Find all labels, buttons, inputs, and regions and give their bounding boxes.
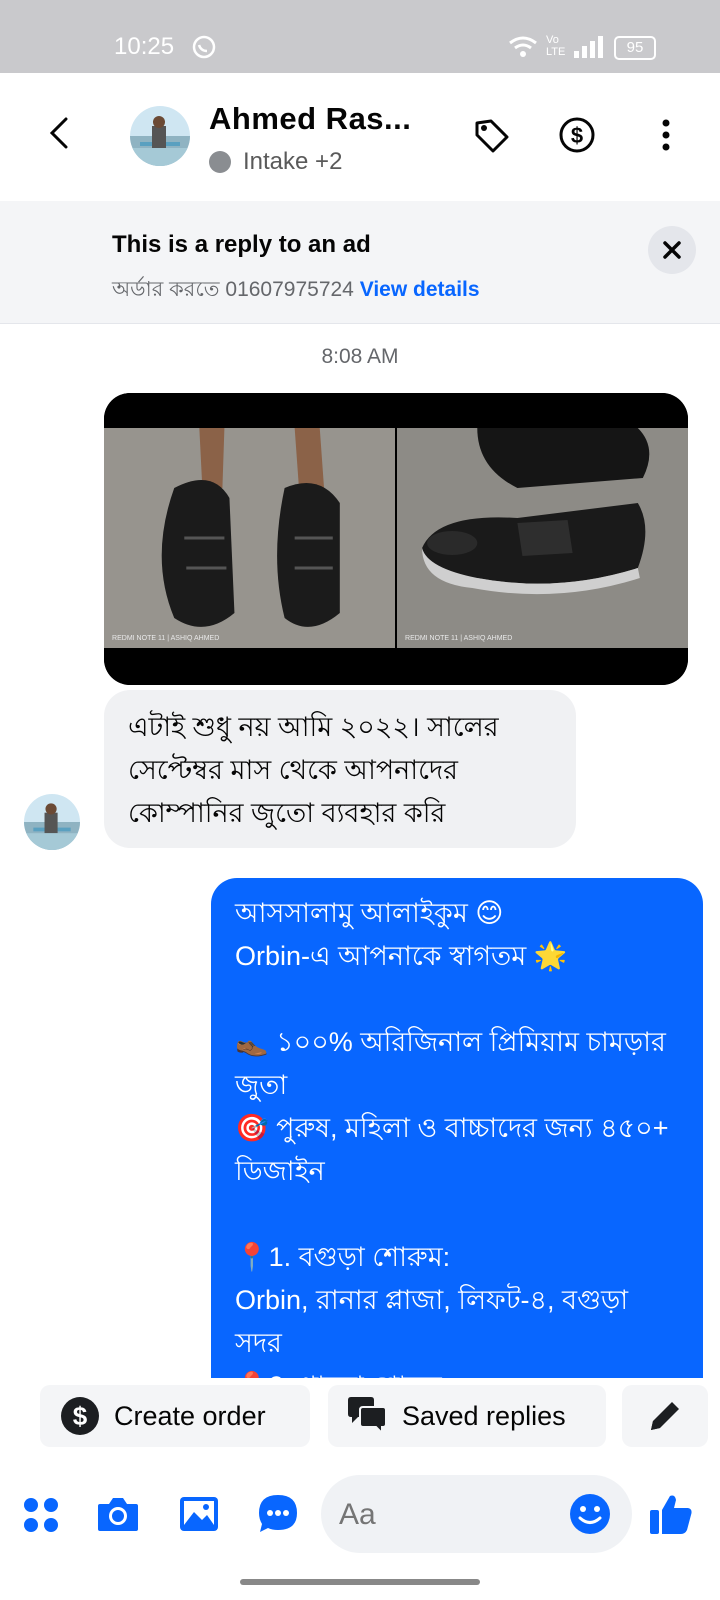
- contact-avatar[interactable]: [130, 106, 190, 166]
- label-status-text: Intake +2: [243, 148, 343, 175]
- tag-icon[interactable]: [471, 115, 511, 155]
- photo-watermark: REDMI NOTE 11 | ASHIQ AHMED: [112, 635, 219, 642]
- outgoing-line: Orbin-এ আপনাকে স্বাগতম 🌟: [235, 941, 568, 971]
- thumbs-up-icon[interactable]: [648, 1492, 694, 1536]
- compose-edit-button[interactable]: [622, 1385, 708, 1447]
- conversation-header: Ahmed Ras... Intake +2 $: [0, 73, 720, 201]
- dollar-circle-icon: $: [61, 1397, 99, 1435]
- chat-bubbles-icon: [348, 1397, 387, 1436]
- battery-icon: 95: [614, 36, 656, 60]
- incoming-message-bubble[interactable]: এটাই শুধু নয় আমি ২০২২। সালের সেপ্টেম্বর…: [104, 690, 576, 848]
- image-attachment-group[interactable]: REDMI NOTE 11 | ASHIQ AHMED REDMI NOTE 1…: [104, 393, 688, 685]
- clock: 10:25: [114, 33, 175, 60]
- gallery-icon[interactable]: [178, 1494, 220, 1534]
- svg-text:$: $: [73, 1401, 88, 1431]
- signal-icon: [574, 36, 603, 58]
- status-dot: [209, 151, 231, 173]
- contact-name[interactable]: Ahmed Ras...: [209, 101, 411, 137]
- create-order-button[interactable]: $ Create order: [40, 1385, 310, 1447]
- saved-replies-button[interactable]: Saved replies: [328, 1385, 606, 1447]
- pencil-icon: [651, 1402, 679, 1430]
- outgoing-line: 👞 ১০০% অরিজিনাল প্রিমিয়াম চামড়ার জুতা: [235, 1027, 674, 1100]
- outgoing-line: আসসালামু আলাইকুম 😊: [235, 898, 504, 928]
- home-indicator[interactable]: [240, 1579, 480, 1585]
- contact-label-status[interactable]: Intake +2: [209, 148, 342, 176]
- dollar-circle-icon[interactable]: $: [557, 115, 597, 155]
- message-timestamp: 8:08 AM: [321, 345, 399, 368]
- message-input[interactable]: [337, 1487, 561, 1543]
- svg-text:$: $: [571, 123, 583, 148]
- outgoing-line: 📍1. বগুড়া শোরুম:: [235, 1242, 451, 1272]
- shoe-photo-pair[interactable]: REDMI NOTE 11 | ASHIQ AHMED: [397, 393, 688, 685]
- whatsapp-notification-icon: [192, 35, 216, 59]
- outgoing-line: 🎯 পুরুষ, মহিলা ও বাচ্চাদের জন্য ৪৫০+ ডিজ…: [235, 1113, 676, 1186]
- outgoing-line: [235, 1193, 679, 1236]
- chat-apps-icon[interactable]: [256, 1492, 300, 1536]
- wifi-icon: [509, 36, 537, 57]
- battery-level: 95: [626, 39, 644, 56]
- sender-avatar[interactable]: [24, 794, 80, 850]
- shoe-photo-worn[interactable]: REDMI NOTE 11 | ASHIQ AHMED: [104, 393, 395, 685]
- volte-icon: Vo LTE: [546, 34, 566, 58]
- ad-banner-title: This is a reply to an ad: [112, 231, 371, 258]
- apps-grid-icon[interactable]: [22, 1496, 60, 1534]
- close-banner-button[interactable]: [648, 226, 696, 274]
- outgoing-line: [235, 978, 679, 1021]
- photo-watermark: REDMI NOTE 11 | ASHIQ AHMED: [405, 635, 512, 642]
- message-composer-bar: [0, 1462, 720, 1562]
- close-icon: [663, 241, 681, 259]
- status-bar: 10:25 Vo LTE 95: [0, 0, 720, 73]
- emoji-icon[interactable]: [569, 1493, 611, 1535]
- outgoing-line: Orbin, রানার প্লাজা, লিফট-৪, বগুড়া সদর: [235, 1285, 636, 1358]
- message-input-container[interactable]: [321, 1475, 632, 1553]
- create-order-label: Create order: [114, 1400, 266, 1431]
- ad-banner-phone: অর্ডার করতে 01607975724: [112, 278, 354, 301]
- back-arrow-icon[interactable]: [40, 113, 80, 153]
- ad-reply-banner: This is a reply to an ad অর্ডার করতে 016…: [0, 201, 720, 324]
- camera-icon[interactable]: [96, 1494, 140, 1534]
- saved-replies-label: Saved replies: [402, 1400, 566, 1431]
- outgoing-line: 📍2. পাবনা শোরুম:: [235, 1365, 679, 1378]
- more-options-icon[interactable]: [646, 115, 686, 155]
- ad-banner-subtitle: অর্ডার করতে 01607975724 View details: [112, 273, 480, 308]
- outgoing-message-bubble[interactable]: আসসালামু আলাইকুম 😊 Orbin-এ আপনাকে স্বাগত…: [211, 878, 703, 1378]
- view-details-link[interactable]: View details: [360, 278, 480, 301]
